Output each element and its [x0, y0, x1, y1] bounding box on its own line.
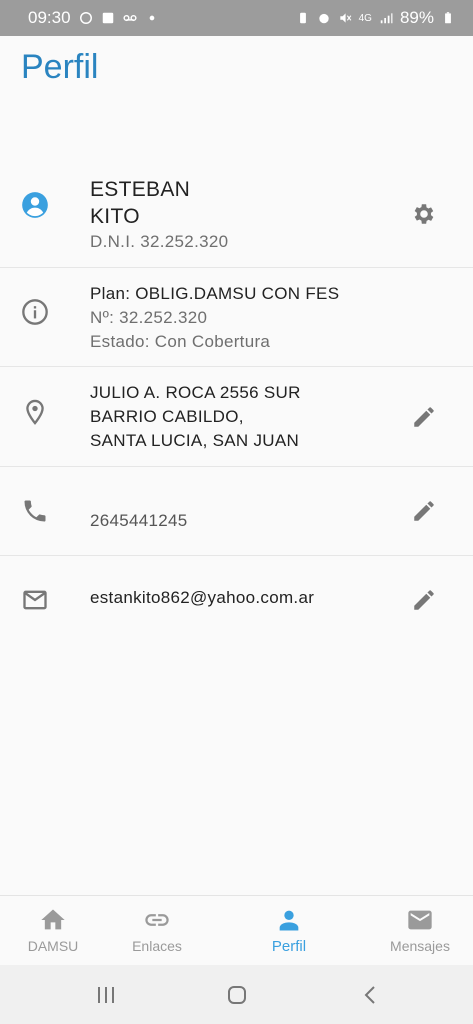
- nav-label-enlaces: Enlaces: [132, 938, 182, 954]
- notification-dot-icon: [145, 11, 159, 25]
- whatsapp-icon: [79, 11, 93, 25]
- plan-number: Nº: 32.252.320: [90, 308, 208, 327]
- address-line-1: JULIO A. ROCA 2556 SUR: [90, 383, 301, 402]
- info-icon: [20, 297, 50, 327]
- edit-phone-icon[interactable]: [411, 498, 437, 524]
- plan-row: Plan: OBLIG.DAMSU CON FES Nº: 32.252.320…: [0, 268, 473, 367]
- system-nav-bar: [0, 965, 473, 1024]
- profile-dni: D.N.I. 32.252.320: [90, 232, 229, 251]
- phone-row: 2645441245: [0, 467, 473, 556]
- link-icon: [145, 914, 169, 926]
- nav-label-damsu: DAMSU: [27, 938, 79, 954]
- nav-item-mensajes[interactable]: Mensajes: [361, 906, 473, 954]
- account-circle-icon: [20, 190, 50, 220]
- page-title: Perfil: [21, 48, 99, 86]
- bottom-nav: DAMSU Enlaces Perfil Mensajes: [0, 895, 473, 965]
- voicemail-icon: [122, 11, 137, 25]
- address-row: JULIO A. ROCA 2556 SUR BARRIO CABILDO, S…: [0, 367, 473, 467]
- battery-icon: [441, 11, 455, 25]
- back-icon[interactable]: [358, 982, 384, 1008]
- nav-item-damsu[interactable]: DAMSU: [0, 906, 112, 954]
- home-button-icon[interactable]: [224, 982, 250, 1008]
- mail-nav-icon: [408, 910, 432, 930]
- email-row: estankito862@yahoo.com.ar: [0, 556, 473, 644]
- plan-status: Estado: Con Cobertura: [90, 332, 271, 351]
- address-line-3: SANTA LUCIA, SAN JUAN: [90, 431, 300, 450]
- mute-icon: [338, 11, 352, 25]
- address-line-2: BARRIO CABILDO,: [90, 407, 244, 426]
- profile-first-name: ESTEBAN: [90, 178, 191, 201]
- profile-last-name: KITO: [90, 205, 140, 228]
- status-time: 09:30: [28, 8, 71, 27]
- status-bar: 09:30 4G 89%: [0, 0, 473, 36]
- recent-apps-icon[interactable]: [93, 982, 119, 1008]
- profile-row: ESTEBAN KITO D.N.I. 32.252.320: [0, 170, 473, 268]
- mail-icon: [20, 585, 50, 615]
- phone-icon: [20, 496, 50, 526]
- edit-email-icon[interactable]: [411, 587, 437, 613]
- plan-name: Plan: OBLIG.DAMSU CON FES: [90, 284, 340, 303]
- home-icon: [41, 909, 65, 930]
- nav-item-enlaces[interactable]: Enlaces: [98, 906, 216, 954]
- phone-number: 2645441245: [90, 511, 188, 530]
- alarm-icon: [317, 11, 331, 25]
- network-type: 4G: [358, 12, 372, 24]
- battery-saver-icon: [296, 11, 310, 25]
- check-box-icon: [101, 11, 115, 25]
- nav-label-perfil: Perfil: [271, 938, 307, 955]
- location-pin-icon: [20, 397, 50, 427]
- battery-percent: 89%: [399, 8, 434, 27]
- nav-item-perfil[interactable]: Perfil: [230, 906, 348, 955]
- person-icon: [279, 910, 299, 931]
- signal-icon: [379, 11, 393, 25]
- nav-label-mensajes: Mensajes: [390, 938, 450, 954]
- email-address: estankito862@yahoo.com.ar: [90, 588, 315, 607]
- gear-icon[interactable]: [411, 201, 437, 227]
- edit-address-icon[interactable]: [411, 404, 437, 430]
